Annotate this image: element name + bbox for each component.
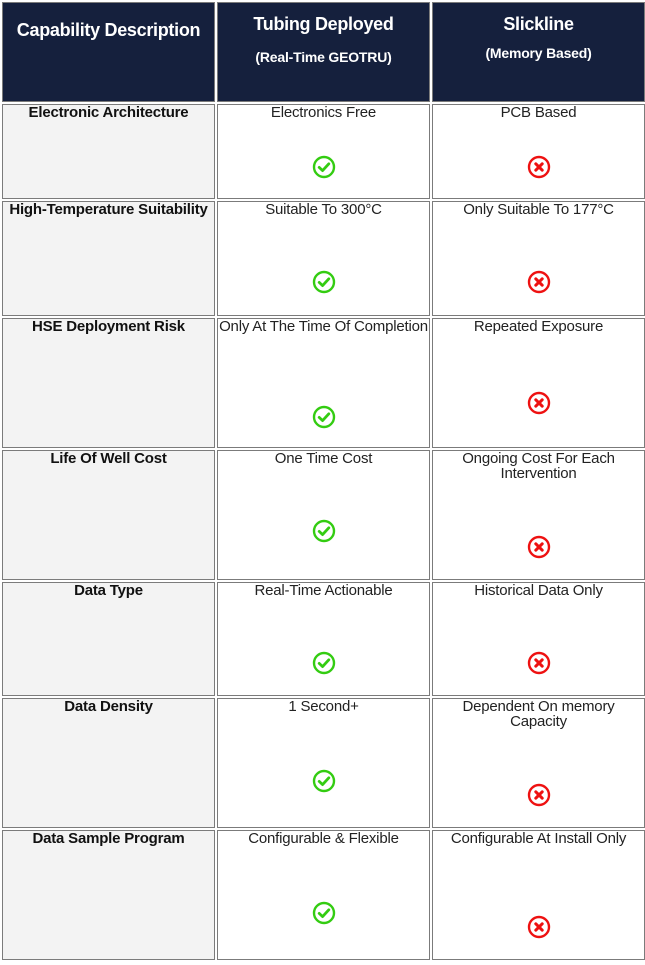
x-circle-icon xyxy=(527,391,550,415)
tubing-cell: Configurable & Flexible xyxy=(217,830,430,960)
header-slickline: Slickline (Memory Based) xyxy=(432,2,645,102)
check-circle-icon xyxy=(312,651,335,675)
slickline-cell: Historical Data Only xyxy=(432,582,645,696)
slickline-cell: Configurable At Install Only xyxy=(432,830,645,960)
check-circle-icon xyxy=(312,769,335,793)
slickline-cell: Only Suitable To 177°C xyxy=(432,201,645,316)
slickline-value: Dependent On memory Capacity xyxy=(462,698,615,730)
tubing-value: Only At The Time Of Completion xyxy=(219,318,428,335)
capability-cell: Data Sample Program xyxy=(2,830,215,960)
tubing-value: Real-Time Actionable xyxy=(254,582,393,599)
tubing-value: Configurable & Flexible xyxy=(248,830,399,847)
comparison-table: Capability Description Tubing Deployed (… xyxy=(0,0,645,962)
header-capability: Capability Description xyxy=(2,2,215,102)
header-tubing-title: Tubing Deployed xyxy=(253,14,394,34)
check-circle-icon xyxy=(312,155,335,179)
slickline-cell: Repeated Exposure xyxy=(432,318,645,448)
tubing-value: Electronics Free xyxy=(270,104,377,121)
table-row: Data Type Real-Time Actionable Historica… xyxy=(2,582,645,696)
header-slickline-subtitle: (Memory Based) xyxy=(485,45,592,61)
tubing-cell: Suitable To 300°C xyxy=(217,201,430,316)
x-circle-icon xyxy=(527,783,550,807)
tubing-cell: Real-Time Actionable xyxy=(217,582,430,696)
slickline-value: Configurable At Install Only xyxy=(450,830,627,847)
x-circle-icon xyxy=(527,535,550,559)
x-circle-icon xyxy=(527,155,550,179)
tubing-value: One Time Cost xyxy=(274,450,373,467)
tubing-value: Suitable To 300°C xyxy=(265,201,382,218)
tubing-cell: Electronics Free xyxy=(217,104,430,199)
header-slickline-title: Slickline xyxy=(503,14,574,34)
header-tubing-subtitle: (Real-Time GEOTRU) xyxy=(255,49,392,65)
capability-cell: HSE Deployment Risk xyxy=(2,318,215,448)
slickline-value: PCB Based xyxy=(500,104,577,121)
slickline-value: Repeated Exposure xyxy=(473,318,604,335)
table-row: Data Sample Program Configurable & Flexi… xyxy=(2,830,645,960)
check-circle-icon xyxy=(312,270,335,294)
table-row: HSE Deployment Risk Only At The Time Of … xyxy=(2,318,645,448)
table-row: High-Temperature Suitability Suitable To… xyxy=(2,201,645,316)
capability-label: Data Density xyxy=(64,698,153,715)
check-circle-icon xyxy=(312,901,335,925)
slickline-value: Only Suitable To 177°C xyxy=(463,201,614,218)
capability-cell: High-Temperature Suitability xyxy=(2,201,215,316)
capability-label: Life Of Well Cost xyxy=(50,450,167,467)
x-circle-icon xyxy=(527,915,550,939)
header-tubing: Tubing Deployed (Real-Time GEOTRU) xyxy=(217,2,430,102)
tubing-cell: 1 Second+ xyxy=(217,698,430,828)
slickline-cell: Ongoing Cost For Each Intervention xyxy=(432,450,645,580)
slickline-value: Ongoing Cost For Each Intervention xyxy=(462,450,615,482)
header-row: Capability Description Tubing Deployed (… xyxy=(2,2,645,102)
capability-label: Data Sample Program xyxy=(32,830,185,847)
x-circle-icon xyxy=(527,651,550,675)
tubing-cell: One Time Cost xyxy=(217,450,430,580)
capability-cell: Data Type xyxy=(2,582,215,696)
tubing-cell: Only At The Time Of Completion xyxy=(217,318,430,448)
capability-cell: Electronic Architecture xyxy=(2,104,215,199)
check-circle-icon xyxy=(312,405,335,429)
capability-cell: Data Density xyxy=(2,698,215,828)
check-circle-icon xyxy=(312,519,335,543)
capability-cell: Life Of Well Cost xyxy=(2,450,215,580)
slickline-value: Historical Data Only xyxy=(474,582,603,599)
slickline-cell: PCB Based xyxy=(432,104,645,199)
slickline-cell: Dependent On memory Capacity xyxy=(432,698,645,828)
capability-label: Data Type xyxy=(74,582,143,599)
capability-label: Electronic Architecture xyxy=(28,104,189,121)
capability-label: HSE Deployment Risk xyxy=(32,318,185,335)
table-row: Life Of Well Cost One Time Cost Ongoing … xyxy=(2,450,645,580)
table-row: Electronic Architecture Electronics Free… xyxy=(2,104,645,199)
header-capability-label: Capability Description xyxy=(16,20,201,40)
x-circle-icon xyxy=(527,270,550,294)
tubing-value: 1 Second+ xyxy=(288,698,359,715)
table-row: Data Density 1 Second+ Dependent On memo… xyxy=(2,698,645,828)
capability-label: High-Temperature Suitability xyxy=(9,201,208,218)
